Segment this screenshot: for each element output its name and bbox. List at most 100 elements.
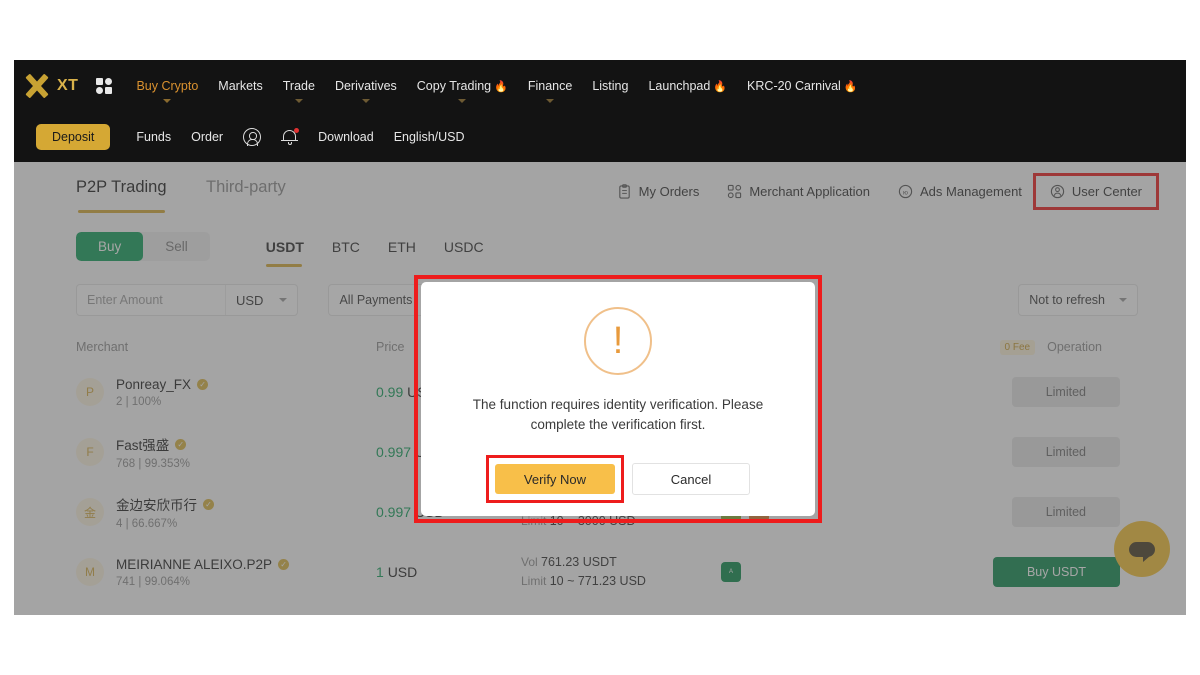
nav-item-label: Markets [218, 79, 263, 93]
payment-cell: A [721, 562, 931, 582]
price-unit: USD [387, 564, 418, 580]
merchant-info: 金边安欣币行 ✓ 4 | 66.667% [116, 494, 214, 530]
svg-text:ю: ю [903, 189, 908, 196]
flame-icon: 🔥 [494, 80, 508, 93]
coin-tab-usdc[interactable]: USDC [430, 233, 498, 261]
tab-p2p-trading[interactable]: P2P Trading [76, 178, 167, 197]
verification-modal-wrapper: ! The function requires identity verific… [414, 275, 822, 523]
coin-tab-eth[interactable]: ETH [374, 233, 430, 261]
nav-download[interactable]: Download [308, 130, 384, 144]
nav-derivatives[interactable]: Derivatives [325, 79, 407, 103]
nav-copy-trading[interactable]: Copy Trading 🔥 [407, 79, 518, 103]
operation-cell: Limited [931, 437, 1138, 467]
link-user-center[interactable]: User Center [1032, 173, 1160, 210]
cancel-button[interactable]: Cancel [632, 463, 750, 495]
chat-support-button[interactable] [1114, 521, 1170, 577]
filter-row: Buy Sell USDT BTC ETH USDC [76, 232, 498, 267]
limit-label: Limit [521, 574, 547, 588]
link-ads-management-label: Ads Management [920, 184, 1022, 199]
nav-finance[interactable]: Finance [518, 79, 582, 103]
verified-badge-icon: ✓ [197, 378, 209, 390]
limited-button[interactable]: Limited [1011, 497, 1120, 527]
notification-bell-icon[interactable] [281, 128, 300, 146]
merchant-name: Fast强盛 [116, 438, 170, 453]
verify-now-button[interactable]: Verify Now [495, 464, 615, 494]
header-operation: 0 Fee Operation [931, 339, 1138, 355]
nav-buy-crypto[interactable]: Buy Crypto [126, 79, 208, 103]
header-operation-label: Operation [1047, 340, 1102, 354]
merchant-name-row[interactable]: 金边安欣币行 ✓ [116, 494, 214, 514]
buy-sell-toggle: Buy Sell [76, 232, 210, 261]
verification-modal: ! The function requires identity verific… [421, 282, 815, 516]
operation-cell: Limited [931, 377, 1138, 407]
deposit-button[interactable]: Deposit [36, 124, 111, 150]
merchant-name: Ponreay_FX [116, 376, 192, 392]
chevron-down-icon [546, 99, 555, 103]
refresh-select-value: Not to refresh [1029, 293, 1105, 307]
price-value: 1 [376, 564, 384, 580]
account-icon[interactable] [243, 128, 262, 146]
coin-tab-btc[interactable]: BTC [318, 233, 374, 261]
volume-label: Vol [521, 555, 538, 569]
warning-exclamation-icon: ! [584, 307, 652, 375]
limit-value: 10 ~ 771.23 USD [549, 574, 646, 588]
nav-primary-items: Buy Crypto Markets Trade Derivatives Copy Tr… [126, 79, 867, 103]
nav-item-label: Derivatives [334, 79, 397, 93]
link-user-center-label: User Center [1071, 184, 1142, 199]
payment-select-value: All Payments [339, 293, 413, 307]
sell-tab[interactable]: Sell [143, 232, 210, 261]
ads-icon: ю [898, 184, 913, 199]
nav-item-label: KRC-20 Carnival [747, 79, 841, 93]
merchant-stats: 741 | 99.064% [116, 575, 190, 588]
nav-item-label: Launchpad [648, 79, 711, 93]
avatar: 金 [76, 498, 104, 526]
refresh-select[interactable]: Not to refresh [1018, 284, 1138, 316]
nav-language-currency[interactable]: English/USD [384, 130, 475, 144]
nav-order[interactable]: Order [181, 130, 233, 144]
buy-usdt-button[interactable]: Buy USDT [992, 557, 1120, 587]
flame-icon: 🔥 [843, 80, 858, 93]
flame-icon: 🔥 [713, 80, 728, 93]
nav-secondary-row: Deposit Funds Order Download English/USD [14, 112, 475, 162]
xt-logo-icon [24, 73, 50, 99]
chat-bubble-icon [1129, 541, 1155, 562]
nav-item-label: Trade [282, 79, 315, 93]
tab-third-party[interactable]: Third-party [206, 178, 286, 197]
merchant-name-row[interactable]: MEIRIANNE ALEIXO.P2P ✓ [116, 557, 290, 572]
nav-item-label: Listing [592, 79, 629, 93]
avatar: M [76, 558, 104, 586]
limit-line: Limit 10 ~ 771.23 USD [521, 572, 721, 591]
chevron-down-icon [163, 99, 172, 103]
coin-tab-usdt[interactable]: USDT [252, 233, 318, 261]
subheader-links: My Orders Merchant Application ю Ads Man… [603, 173, 1160, 210]
buy-tab[interactable]: Buy [76, 232, 144, 261]
nav-primary-row: XT Buy Crypto Markets Trade Derivatives Copy… [14, 60, 868, 112]
limited-button[interactable]: Limited [1011, 377, 1120, 407]
merchant-name-row[interactable]: Fast强盛 ✓ [116, 434, 190, 454]
currency-select[interactable]: USD [225, 285, 297, 315]
chevron-down-icon [458, 99, 467, 103]
nav-listing[interactable]: Listing [582, 79, 638, 93]
link-merchant-application[interactable]: Merchant Application [713, 176, 884, 207]
link-ads-management[interactable]: ю Ads Management [884, 176, 1036, 207]
merchant-name-row[interactable]: Ponreay_FX ✓ [116, 376, 209, 392]
nav-funds[interactable]: Funds [126, 130, 181, 144]
nav-markets[interactable]: Markets [208, 79, 272, 93]
nav-trade[interactable]: Trade [273, 79, 325, 103]
coin-active-underline [265, 263, 302, 267]
nav-launchpad[interactable]: Launchpad 🔥 [638, 79, 737, 93]
limited-button[interactable]: Limited [1011, 437, 1120, 467]
nav-krc-20-carnival[interactable]: KRC-20 Carnival 🔥 [737, 79, 867, 93]
search-row: USD All Payments [76, 284, 446, 316]
volume-line: Vol 761.23 USDT [521, 553, 721, 572]
amount-input[interactable] [77, 285, 225, 315]
warning-exclamation-glyph: ! [612, 320, 624, 362]
link-my-orders[interactable]: My Orders [603, 176, 714, 207]
price-cell: 1 USD [376, 564, 521, 580]
merchant-cell: M MEIRIANNE ALEIXO.P2P ✓ 741 | 99.064% [76, 557, 376, 588]
currency-select-value: USD [236, 292, 264, 308]
nav-item-label: Buy Crypto [136, 79, 199, 93]
verified-badge-icon: ✓ [175, 438, 187, 450]
xt-logo[interactable]: XT [24, 73, 78, 99]
app-grid-icon[interactable] [96, 78, 113, 94]
